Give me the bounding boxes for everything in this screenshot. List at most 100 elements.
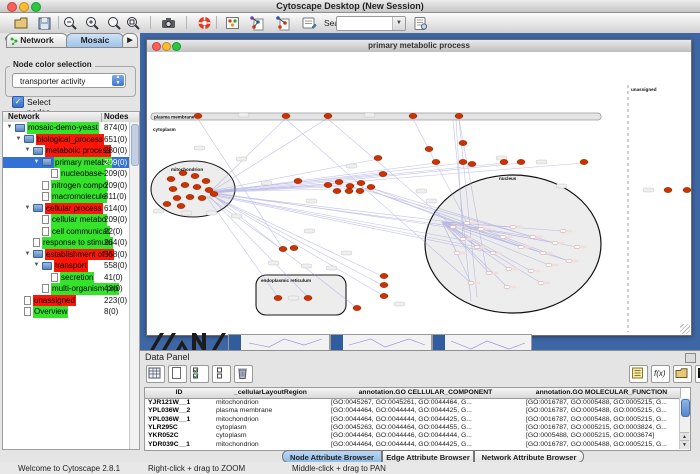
heatmap-icon[interactable]: [695, 365, 700, 383]
tree-row[interactable]: ▼primary metabo209(0): [3, 157, 139, 169]
scroll-down-arrow[interactable]: ▼: [680, 440, 689, 449]
tree-row[interactable]: ▼metabolic process280(0): [3, 145, 139, 157]
table-column-header[interactable]: ID: [145, 388, 214, 399]
select-nodes-checkbox[interactable]: ✓: [12, 96, 24, 108]
tree-row[interactable]: nucleobase-209(0): [3, 168, 139, 180]
table-cell[interactable]: mitochondrion: [213, 416, 328, 424]
tree-row[interactable]: ▼biological_process651(0): [3, 134, 139, 146]
table-cell[interactable]: cytoplasm: [213, 432, 328, 440]
table-cell[interactable]: cytoplasm: [213, 424, 328, 432]
gene-node[interactable]: [500, 235, 506, 239]
gene-node[interactable]: [409, 113, 417, 118]
gene-node[interactable]: [173, 195, 181, 200]
window-resize-grip[interactable]: [680, 324, 690, 334]
attribute-list-icon[interactable]: [629, 365, 648, 383]
gene-node[interactable]: [517, 159, 525, 164]
zoom-fit-icon[interactable]: [106, 15, 123, 31]
zoom-in-icon[interactable]: [84, 15, 101, 31]
gene-node[interactable]: [510, 225, 516, 229]
search-options-icon[interactable]: [412, 15, 429, 31]
table-cell[interactable]: [GO:0045267, GO:0045261, GO:0044464, G..…: [328, 399, 523, 407]
table-column-header[interactable]: _cellularLayoutRegion: [213, 388, 329, 399]
table-scrollbar[interactable]: ▲ ▼: [679, 398, 690, 449]
table-cell[interactable]: [GO:0016787, GO:0005488, GO:0005215, G..…: [523, 441, 680, 449]
gene-node[interactable]: [202, 178, 210, 183]
table-cell[interactable]: YPL036W__1: [145, 416, 213, 424]
tree-row[interactable]: ▼establishment of lo558(0): [3, 249, 139, 261]
expand-arrow-icon[interactable]: ▼: [15, 134, 22, 146]
gene-node[interactable]: [468, 161, 476, 166]
gene-node[interactable]: [167, 176, 175, 181]
tree-row[interactable]: ▼transport558(0): [3, 260, 139, 272]
gene-node[interactable]: [459, 159, 467, 164]
gene-node[interactable]: [546, 263, 552, 267]
minimized-window[interactable]: [228, 334, 330, 350]
table-cell[interactable]: mitochondrion: [213, 441, 328, 449]
gene-node[interactable]: [346, 183, 354, 188]
tab-scroll-right[interactable]: ▶: [122, 33, 138, 48]
minimized-window[interactable]: [432, 334, 532, 350]
gene-node[interactable]: [464, 221, 470, 225]
table-row[interactable]: YPL036W__1mitochondrion[GO:0044464, GO:0…: [145, 416, 680, 424]
table-cell[interactable]: [GO:0005488, GO:0005215, GO:0003674]: [523, 432, 680, 440]
table-cell[interactable]: [GO:0016787, GO:0005488, GO:0005215, G..…: [523, 399, 680, 407]
table-row[interactable]: YJR121W__1mitochondrion[GO:0045267, GO:0…: [145, 399, 680, 407]
node-color-dropdown[interactable]: transporter activity▲▼: [12, 73, 126, 88]
gene-node[interactable]: [357, 180, 365, 185]
float-data-panel-icon[interactable]: [685, 353, 696, 363]
tree-scrollbar-thumb[interactable]: [131, 124, 139, 166]
zoom-selected-icon[interactable]: [125, 15, 142, 31]
gene-node[interactable]: [294, 178, 302, 183]
gene-node[interactable]: [683, 187, 691, 192]
gene-node[interactable]: [191, 173, 199, 178]
gene-node[interactable]: [169, 186, 177, 191]
gene-node[interactable]: [279, 246, 287, 251]
table-cell[interactable]: [GO:0016787, GO:0005488, GO:0005215, G..…: [523, 407, 680, 415]
gene-node[interactable]: [290, 245, 298, 250]
table-row[interactable]: YPL036W__2plasma membrane[GO:0044464, GO…: [145, 407, 680, 415]
tree-row[interactable]: cellular metabo209(0): [3, 214, 139, 226]
gene-node[interactable]: [210, 191, 218, 196]
zoom-out-icon[interactable]: [62, 15, 79, 31]
unselect-attributes-icon[interactable]: [212, 365, 231, 383]
tab-network[interactable]: Network: [6, 33, 68, 48]
table-cell[interactable]: YKR052C: [145, 432, 213, 440]
gene-node[interactable]: [478, 227, 484, 231]
snapshot-icon[interactable]: [160, 15, 177, 31]
gene-node[interactable]: [163, 201, 171, 206]
tree-row[interactable]: ▼mosaic-demo-yeast874(0): [3, 122, 139, 134]
expand-arrow-icon[interactable]: ▼: [33, 157, 40, 169]
gene-node[interactable]: [177, 203, 185, 208]
table-column-header[interactable]: annotation.GO MOLECULAR_FUNCTION: [523, 388, 681, 399]
gene-node[interactable]: [379, 171, 387, 176]
select-attributes-icon[interactable]: [190, 365, 209, 383]
gene-node[interactable]: [450, 225, 456, 229]
network-canvas[interactable]: plasma membranecytoplasmmitochondrionnuc…: [147, 52, 691, 335]
gene-node[interactable]: [324, 113, 332, 118]
gene-node[interactable]: [356, 188, 364, 193]
open-icon[interactable]: [13, 15, 30, 31]
new-network-from-selection-all-edges-icon[interactable]: [248, 15, 265, 31]
gene-node[interactable]: [333, 188, 341, 193]
gene-node[interactable]: [474, 245, 480, 249]
search-input[interactable]: ▼: [336, 16, 406, 31]
gene-node[interactable]: [380, 293, 388, 298]
table-scrollbar-thumb[interactable]: [681, 399, 690, 417]
gene-node[interactable]: [367, 184, 375, 189]
table-cell[interactable]: [GO:0045263, GO:0044464, GO:0044455, G..…: [328, 424, 523, 432]
gene-node[interactable]: [552, 241, 558, 245]
table-cell[interactable]: YDR039C__1: [145, 441, 213, 449]
gene-node[interactable]: [580, 159, 588, 164]
gene-node[interactable]: [538, 281, 544, 285]
gene-node[interactable]: [380, 282, 388, 287]
help-ring-icon[interactable]: [196, 15, 213, 31]
gene-node[interactable]: [540, 251, 546, 255]
gene-node[interactable]: [274, 295, 282, 300]
table-cell[interactable]: YLR295C: [145, 424, 213, 432]
table-cell[interactable]: [GO:0044464, GO:0044446, GO:0044444, G..…: [328, 432, 523, 440]
tab-mosaic[interactable]: Mosaic: [66, 33, 124, 48]
tree-row[interactable]: nitrogen compo209(0): [3, 180, 139, 192]
function-builder-icon[interactable]: f(x): [651, 365, 670, 383]
gene-node[interactable]: [528, 269, 534, 273]
minimized-window[interactable]: [330, 334, 432, 350]
